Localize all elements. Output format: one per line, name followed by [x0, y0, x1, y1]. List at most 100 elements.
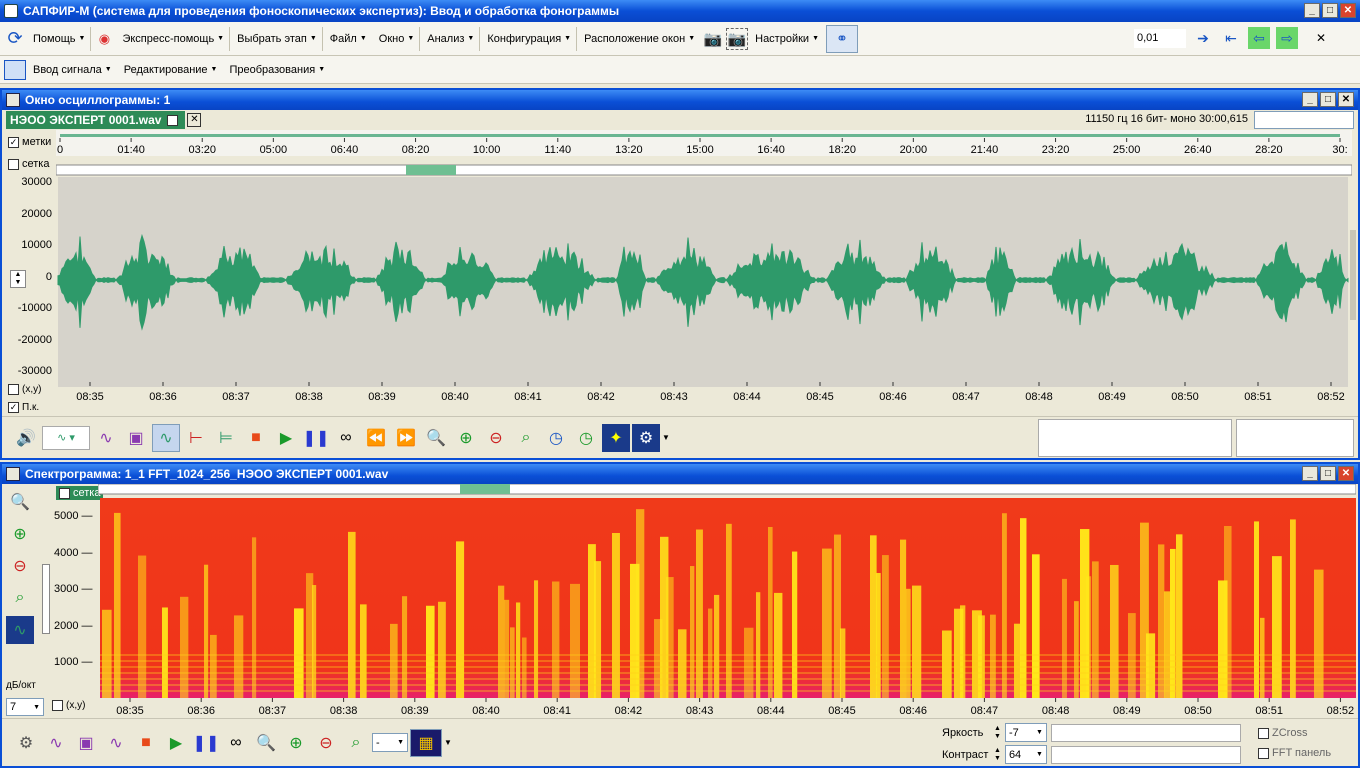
help-menu[interactable]: Помощь ▼	[28, 26, 92, 51]
step-back-icon[interactable]: ⇦	[1248, 27, 1270, 49]
spec-zoom-fit2-icon[interactable]: ⌕	[342, 729, 370, 757]
step-input[interactable]: 0,01	[1134, 28, 1186, 48]
osc-time-tick-label: 08:39	[368, 391, 396, 403]
file-menu[interactable]: Файл ▼	[325, 27, 372, 51]
contrast-spinner[interactable]: ▲ ▼	[994, 747, 1001, 763]
spec-play-icon[interactable]: ▶	[162, 729, 190, 757]
spec-zoom-out-icon[interactable]: ⊖	[6, 552, 34, 580]
spec-side-scroll[interactable]	[42, 564, 50, 634]
brightness-field[interactable]	[1050, 723, 1241, 742]
osc-vscroll[interactable]	[1350, 230, 1356, 320]
amplitude-spinner[interactable]: ▲ ▼	[10, 270, 26, 288]
refresh-icon[interactable]: ⟳	[4, 28, 26, 50]
spec-close-button[interactable]: ✕	[1338, 466, 1354, 481]
close-button[interactable]: ✕	[1340, 3, 1356, 18]
settings-tool-icon[interactable]: ⚙	[632, 423, 660, 452]
window-menu[interactable]: Окно ▼	[374, 26, 421, 51]
camera-region-icon[interactable]: 📷	[726, 27, 749, 50]
file-tab[interactable]: НЭОО ЭКСПЕРТ 0001.wav ✓	[6, 111, 186, 129]
spec-dash-select[interactable]: - ▼	[372, 733, 408, 752]
brightness-spinner[interactable]: ▲ ▼	[994, 725, 1001, 741]
zcross-toggle[interactable]: ZCross	[1258, 727, 1307, 739]
contrast-select[interactable]: 64 ▼	[1004, 745, 1047, 764]
spec-loop-icon[interactable]: ∞	[222, 729, 250, 757]
spec-record-icon[interactable]: ■	[132, 729, 160, 757]
palette-icon[interactable]: ▦	[410, 728, 442, 757]
oscillogram-plot[interactable]: 0 01:40 03:20 05:00 06:40 08:20 10:00 11:40 13:2…	[56, 130, 1352, 412]
zoom-icon[interactable]: 🔍	[422, 424, 450, 452]
zoom-in-icon[interactable]: ⊕	[452, 424, 480, 452]
go-end-icon[interactable]: ➔	[1192, 27, 1214, 49]
express-help-menu[interactable]: Экспресс-помощь ▼	[117, 26, 231, 51]
spec-tool-2-icon[interactable]: ▣	[72, 729, 100, 757]
osc-maximize-button[interactable]: □	[1320, 92, 1336, 107]
toolbar-close-icon[interactable]: ✕	[1310, 27, 1332, 49]
mode-select-icon[interactable]: ∿ ▾	[42, 425, 90, 450]
spec-zoom-fit-icon[interactable]: ⌕	[6, 584, 34, 612]
analysis-menu[interactable]: Анализ ▼	[422, 26, 481, 51]
spec-tool-3-icon[interactable]: ∿	[102, 729, 130, 757]
signal-input-menu[interactable]: Ввод сигнала ▼	[28, 58, 117, 82]
choose-stage-menu[interactable]: Выбрать этап ▼	[232, 26, 323, 51]
spec-zoom2-icon[interactable]: 🔍	[252, 729, 280, 757]
spec-zoom-in2-icon[interactable]: ⊕	[282, 729, 310, 757]
grid-toggle-spec[interactable]: сетка	[56, 486, 104, 500]
wave-box-icon[interactable]: ▣	[122, 424, 150, 452]
loop-icon[interactable]: ∞	[332, 424, 360, 452]
clock-icon[interactable]: ◷	[542, 424, 570, 452]
file-tab-checkbox[interactable]: ✓	[167, 114, 179, 126]
spec-zoom-icon[interactable]: 🔍	[6, 488, 34, 516]
fft-panel-toggle[interactable]: FFT панель	[1258, 747, 1331, 759]
osc-y-tick-label: -20000	[17, 333, 52, 346]
marker-pair-icon[interactable]: ⊨	[212, 424, 240, 452]
spec-settings-icon[interactable]: ⚙	[12, 729, 40, 757]
brightness-select[interactable]: -7 ▼	[1004, 723, 1047, 742]
spec-wave-icon[interactable]: ∿	[6, 616, 34, 644]
toolbar-overflow-icon[interactable]: ▼	[662, 433, 670, 442]
spec-pause-icon[interactable]: ❚❚	[192, 729, 220, 757]
camera-icon[interactable]: 📷	[702, 28, 724, 50]
go-start-icon[interactable]: ⇤	[1220, 27, 1242, 49]
osc-time-tick-label: 08:38	[295, 391, 323, 403]
spec-maximize-button[interactable]: □	[1320, 466, 1336, 481]
osc-close-button[interactable]: ✕	[1338, 92, 1354, 107]
settings-menu[interactable]: Настройки ▼	[750, 27, 824, 51]
spec-overflow-icon[interactable]: ▼	[444, 738, 452, 747]
osc-minimize-button[interactable]: _	[1302, 92, 1318, 107]
spec-zoom-in-icon[interactable]: ⊕	[6, 520, 34, 548]
speaker-icon[interactable]: 🔊	[12, 424, 40, 452]
clock-green-icon[interactable]: ◷	[572, 424, 600, 452]
marker-icon[interactable]: ⊢	[182, 424, 210, 452]
spec-tool-1-icon[interactable]: ∿	[42, 729, 70, 757]
wave-select-icon[interactable]: ∿	[152, 423, 180, 452]
grid-toggle[interactable]: сетка	[8, 158, 49, 170]
file-info-field[interactable]	[1254, 111, 1354, 129]
spectrogram-plot[interactable]: 08:35 08:36 08:37 08:38 08:39 08:40 08:41 08:42…	[98, 484, 1356, 716]
wave-tool-icon[interactable]: ∿	[92, 424, 120, 452]
pause-icon[interactable]: ❚❚	[302, 424, 330, 452]
window-layout-menu[interactable]: Расположение окон ▼	[579, 27, 700, 51]
rewind-icon[interactable]: ⏪	[362, 424, 390, 452]
zoom-out-icon[interactable]: ⊖	[482, 424, 510, 452]
spec-xy-toggle[interactable]: (x,y)	[52, 700, 85, 711]
maximize-button[interactable]: □	[1322, 3, 1338, 18]
record-icon[interactable]: ■	[242, 424, 270, 452]
analysis-tool-icon[interactable]: ✦	[602, 423, 630, 452]
pk-toggle[interactable]: ✓ П.к.	[8, 402, 39, 413]
file-tab-close-icon[interactable]: ✕	[187, 113, 202, 127]
link-toggle-icon[interactable]: ⚭	[826, 24, 858, 53]
marks-toggle[interactable]: ✓ метки	[8, 136, 51, 148]
step-forward-icon[interactable]: ⇨	[1276, 27, 1298, 49]
spec-minimize-button[interactable]: _	[1302, 466, 1318, 481]
zoom-fit-icon[interactable]: ⌕	[512, 424, 540, 452]
spec-zoom-out2-icon[interactable]: ⊖	[312, 729, 340, 757]
configuration-menu[interactable]: Конфигурация ▼	[482, 26, 578, 51]
editing-menu[interactable]: Редактирование ▼	[119, 58, 223, 82]
minimize-button[interactable]: _	[1304, 3, 1320, 18]
fast-forward-icon[interactable]: ⏩	[392, 424, 420, 452]
contrast-field[interactable]	[1050, 745, 1241, 764]
xy-toggle[interactable]: (x,y)	[8, 384, 41, 395]
transform-menu[interactable]: Преобразования ▼	[224, 58, 330, 82]
play-icon[interactable]: ▶	[272, 424, 300, 452]
db-select[interactable]: 7 ▼	[6, 698, 44, 716]
